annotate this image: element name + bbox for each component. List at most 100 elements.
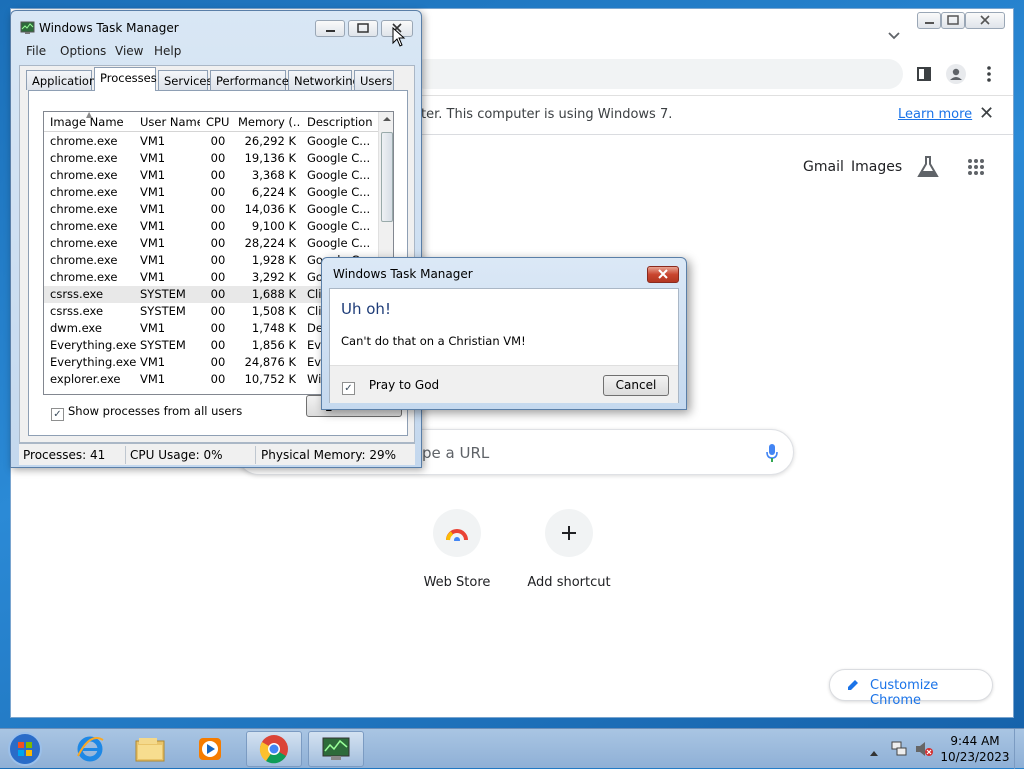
network-icon[interactable]	[890, 740, 908, 761]
taskbar: 9:44 AM 10/23/2023	[0, 728, 1024, 769]
plus-icon	[545, 509, 593, 557]
system-clock[interactable]: 9:44 AM 10/23/2023	[940, 733, 1010, 765]
process-row[interactable]: chrome.exe VM1 00 3,368 K Google C...	[44, 167, 378, 184]
process-cell: 00	[210, 219, 226, 233]
process-cell: 24,876 K	[244, 355, 296, 369]
col-memory[interactable]: Memory (...	[238, 115, 300, 129]
process-cell: Google C...	[307, 151, 371, 165]
process-cell: Everything.exe	[50, 355, 136, 369]
process-row[interactable]: chrome.exe VM1 00 14,036 K Google C...	[44, 201, 378, 218]
side-panel-icon[interactable]	[914, 64, 934, 84]
shortcut-label: Web Store	[423, 575, 491, 590]
search-placeholder: pe a URL	[422, 444, 490, 462]
shortcut-web-store[interactable]: Web Store	[402, 509, 512, 590]
process-cell: 00	[210, 372, 226, 386]
tab-services[interactable]: Services	[158, 70, 213, 90]
file-explorer-icon[interactable]	[122, 731, 178, 767]
menu-options[interactable]: Options	[60, 44, 106, 58]
status-separator	[125, 446, 126, 464]
images-link[interactable]: Images	[851, 159, 902, 175]
dialog-close-button[interactable]	[647, 266, 679, 283]
process-cell: 10,752 K	[244, 372, 296, 386]
process-cell: 28,224 K	[244, 236, 296, 250]
process-row[interactable]: chrome.exe VM1 00 28,224 K Google C...	[44, 235, 378, 252]
process-cell: 00	[210, 185, 226, 199]
chrome-minimize-button[interactable]	[917, 12, 941, 29]
google-apps-icon[interactable]	[967, 158, 985, 179]
status-bar: Processes: 41 CPU Usage: 0% Physical Mem…	[19, 443, 415, 465]
customize-chrome-button[interactable]: Customize Chrome	[829, 669, 993, 708]
checkbox-box[interactable]: ✓	[342, 382, 355, 395]
tab-networking[interactable]: Networking	[288, 70, 360, 90]
tm-minimize-button[interactable]	[315, 20, 345, 37]
internet-explorer-icon[interactable]	[62, 731, 118, 767]
chrome-maximize-button[interactable]	[941, 12, 965, 29]
process-cell: VM1	[140, 151, 166, 165]
scrollbar-thumb[interactable]	[381, 132, 393, 222]
media-player-icon[interactable]	[182, 731, 238, 767]
col-cpu[interactable]: CPU	[206, 115, 234, 129]
start-orb-icon[interactable]	[0, 731, 50, 767]
show-hidden-icons-icon[interactable]	[870, 745, 878, 759]
process-cell: VM1	[140, 185, 166, 199]
scroll-up-icon[interactable]	[379, 112, 394, 126]
menu-help[interactable]: Help	[154, 44, 181, 58]
process-row[interactable]: chrome.exe VM1 00 6,224 K Google C...	[44, 184, 378, 201]
pray-to-god-checkbox[interactable]: ✓ Pray to God	[342, 378, 439, 395]
menu-file[interactable]: File	[26, 44, 46, 58]
learn-more-link[interactable]: Learn more	[898, 107, 972, 122]
process-cell: 1,856 K	[251, 338, 296, 352]
tm-maximize-button[interactable]	[348, 20, 378, 37]
task-manager-taskbar-button[interactable]	[308, 731, 364, 767]
checkbox-box[interactable]: ✓	[51, 408, 64, 421]
address-bar[interactable]	[411, 59, 903, 89]
tab-users[interactable]: Users	[354, 70, 394, 90]
cancel-button[interactable]: Cancel	[603, 375, 669, 396]
chrome-taskbar-button[interactable]	[246, 731, 302, 767]
process-cell: Google C...	[307, 168, 371, 182]
tab-performance[interactable]: Performance	[210, 70, 289, 90]
infobar-close-icon[interactable]: ✕	[979, 103, 994, 124]
process-cell: VM1	[140, 202, 166, 216]
chrome-close-button[interactable]	[965, 12, 1005, 29]
col-description[interactable]: Description	[307, 115, 373, 129]
labs-flask-icon[interactable]	[917, 155, 939, 182]
process-cell: VM1	[140, 355, 166, 369]
process-cell: VM1	[140, 134, 166, 148]
process-cell: 9,100 K	[251, 219, 296, 233]
shortcut-add[interactable]: Add shortcut	[514, 509, 624, 590]
tab-processes[interactable]: Processes	[94, 67, 157, 91]
process-cell: 00	[210, 253, 226, 267]
task-manager-icon	[322, 737, 350, 760]
menu-bar: File Options View Help	[19, 41, 415, 61]
process-list-header: Image Name ▲ User Name CPU Memory (... D…	[44, 112, 378, 132]
show-desktop-button[interactable]	[1014, 729, 1024, 769]
col-user-name[interactable]: User Name	[140, 115, 200, 129]
dialog-heading: Uh oh!	[341, 300, 391, 318]
profile-avatar-icon[interactable]	[946, 64, 966, 84]
process-cell: 00	[210, 338, 226, 352]
process-cell: chrome.exe	[50, 219, 118, 233]
menu-view[interactable]: View	[115, 44, 143, 58]
process-row[interactable]: chrome.exe VM1 00 26,292 K Google C...	[44, 133, 378, 150]
chrome-menu-icon[interactable]	[979, 64, 999, 84]
process-row[interactable]: chrome.exe VM1 00 9,100 K Google C...	[44, 218, 378, 235]
process-cell: chrome.exe	[50, 151, 118, 165]
process-cell: chrome.exe	[50, 253, 118, 267]
show-all-users-checkbox[interactable]: ✓ Show processes from all users	[51, 404, 242, 421]
gmail-link[interactable]: Gmail	[803, 159, 844, 175]
process-cell: 1,748 K	[251, 321, 296, 335]
web-store-icon	[433, 509, 481, 557]
process-row[interactable]: chrome.exe VM1 00 19,136 K Google C...	[44, 150, 378, 167]
clock-date: 10/23/2023	[940, 750, 1010, 764]
process-cell: explorer.exe	[50, 372, 121, 386]
process-cell: Everything.exe	[50, 338, 136, 352]
process-cell: 26,292 K	[244, 134, 296, 148]
task-manager-app-icon	[20, 21, 35, 38]
status-separator	[255, 446, 256, 464]
process-cell: 00	[210, 304, 226, 318]
tab-search-chevron-icon[interactable]	[888, 29, 900, 43]
voice-search-icon[interactable]	[765, 443, 779, 466]
volume-muted-icon[interactable]	[914, 740, 934, 761]
tab-applications[interactable]: Applications	[26, 70, 102, 90]
